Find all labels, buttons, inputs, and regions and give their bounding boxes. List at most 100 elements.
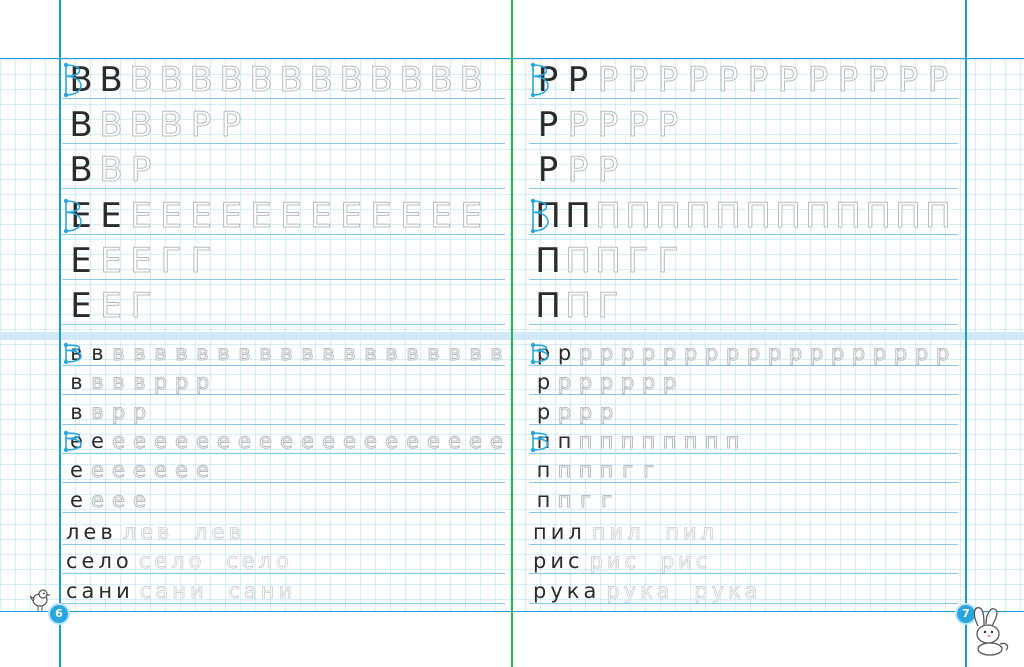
lowercase-trace-letter[interactable]: р [701, 342, 722, 364]
capital-trace-letter[interactable]: Е [336, 199, 366, 234]
capital-trace-letter[interactable]: П [593, 199, 623, 234]
lowercase-trace-letter[interactable]: е [360, 430, 381, 452]
lowercase-trace-letter[interactable]: в [171, 342, 192, 364]
lowercase-trace-letter[interactable]: г [575, 489, 596, 511]
capital-trace-letter[interactable]: В [126, 63, 156, 98]
lowercase-trace-letter[interactable]: г [617, 459, 638, 481]
capital-trace-letter[interactable]: Р [563, 153, 593, 188]
lowercase-trace-letter[interactable]: е [129, 489, 150, 511]
lowercase-trace-letter[interactable]: г [596, 489, 617, 511]
lowercase-trace-letter[interactable]: е [402, 430, 423, 452]
capital-trace-letter[interactable]: Е [246, 199, 276, 234]
capital-trace-letter[interactable]: Г [156, 244, 186, 279]
lowercase-trace-letter[interactable]: е [150, 430, 171, 452]
lowercase-trace-letter[interactable]: п [659, 430, 680, 452]
lowercase-trace-letter[interactable]: е [423, 430, 444, 452]
capital-trace-letter[interactable]: Е [96, 244, 126, 279]
capital-trace-letter[interactable]: В [96, 108, 126, 143]
capital-trace-letter[interactable]: Е [156, 199, 186, 234]
capital-trace-letter[interactable]: П [893, 199, 923, 234]
trace-words[interactable]: село село [138, 550, 293, 572]
lowercase-trace-letter[interactable]: р [722, 342, 743, 364]
lowercase-trace-letter[interactable]: е [255, 430, 276, 452]
capital-trace-letter[interactable]: П [923, 199, 953, 234]
lowercase-trace-letter[interactable]: е [108, 489, 129, 511]
capital-trace-letter[interactable]: В [306, 63, 336, 98]
lowercase-trace-letter[interactable]: р [848, 342, 869, 364]
lowercase-trace-letter[interactable]: п [554, 459, 575, 481]
lowercase-trace-letter[interactable]: р [890, 342, 911, 364]
lowercase-trace-letter[interactable]: в [381, 342, 402, 364]
capital-trace-letter[interactable]: Г [593, 289, 623, 324]
capital-trace-letter[interactable]: Р [893, 63, 923, 98]
capital-trace-letter[interactable]: Р [923, 63, 953, 98]
trace-words[interactable]: лев лев [122, 521, 245, 543]
trace-words[interactable]: рука рука [606, 580, 761, 602]
capital-trace-letter[interactable]: Р [803, 63, 833, 98]
lowercase-trace-letter[interactable]: е [87, 459, 108, 481]
lowercase-trace-letter[interactable]: п [596, 430, 617, 452]
capital-trace-letter[interactable]: Р [653, 108, 683, 143]
capital-trace-letter[interactable]: Г [653, 244, 683, 279]
capital-trace-letter[interactable]: Р [743, 63, 773, 98]
capital-trace-letter[interactable]: В [156, 108, 186, 143]
capital-trace-letter[interactable]: Е [276, 199, 306, 234]
lowercase-trace-letter[interactable]: р [869, 342, 890, 364]
lowercase-trace-letter[interactable]: р [108, 401, 129, 423]
capital-trace-letter[interactable]: П [803, 199, 833, 234]
capital-trace-letter[interactable]: Е [366, 199, 396, 234]
lowercase-trace-letter[interactable]: р [596, 401, 617, 423]
trace-words[interactable]: рис рис [589, 550, 712, 572]
capital-trace-letter[interactable]: В [246, 63, 276, 98]
capital-trace-letter[interactable]: П [833, 199, 863, 234]
lowercase-trace-letter[interactable]: п [638, 430, 659, 452]
lowercase-trace-letter[interactable]: р [827, 342, 848, 364]
lowercase-trace-letter[interactable]: р [806, 342, 827, 364]
capital-trace-letter[interactable]: В [156, 63, 186, 98]
lowercase-trace-letter[interactable]: е [444, 430, 465, 452]
capital-trace-letter[interactable]: П [683, 199, 713, 234]
lowercase-trace-letter[interactable]: р [785, 342, 806, 364]
lowercase-trace-letter[interactable]: р [575, 342, 596, 364]
lowercase-trace-letter[interactable]: в [486, 342, 507, 364]
lowercase-trace-letter[interactable]: р [638, 342, 659, 364]
lowercase-trace-letter[interactable]: в [213, 342, 234, 364]
lowercase-trace-letter[interactable]: р [764, 342, 785, 364]
lowercase-trace-letter[interactable]: в [444, 342, 465, 364]
lowercase-trace-letter[interactable]: р [554, 401, 575, 423]
capital-trace-letter[interactable]: П [773, 199, 803, 234]
capital-trace-letter[interactable]: Р [713, 63, 743, 98]
capital-trace-letter[interactable]: В [186, 63, 216, 98]
lowercase-trace-letter[interactable]: е [465, 430, 486, 452]
lowercase-trace-letter[interactable]: п [575, 459, 596, 481]
capital-trace-letter[interactable]: Е [126, 199, 156, 234]
lowercase-trace-letter[interactable]: г [638, 459, 659, 481]
capital-trace-letter[interactable]: В [456, 63, 486, 98]
lowercase-trace-letter[interactable]: в [465, 342, 486, 364]
capital-trace-letter[interactable]: П [653, 199, 683, 234]
lowercase-trace-letter[interactable]: в [108, 342, 129, 364]
lowercase-trace-letter[interactable]: р [911, 342, 932, 364]
capital-trace-letter[interactable]: Р [653, 63, 683, 98]
capital-trace-letter[interactable]: В [96, 153, 126, 188]
capital-trace-letter[interactable]: П [563, 244, 593, 279]
capital-trace-letter[interactable]: П [623, 199, 653, 234]
lowercase-trace-letter[interactable]: в [297, 342, 318, 364]
lowercase-trace-letter[interactable]: в [129, 371, 150, 393]
lowercase-trace-letter[interactable]: е [339, 430, 360, 452]
lowercase-trace-letter[interactable]: в [87, 371, 108, 393]
capital-trace-letter[interactable]: Р [623, 108, 653, 143]
capital-trace-letter[interactable]: Р [593, 153, 623, 188]
capital-trace-letter[interactable]: П [863, 199, 893, 234]
lowercase-trace-letter[interactable]: е [150, 459, 171, 481]
capital-trace-letter[interactable]: В [126, 108, 156, 143]
lowercase-trace-letter[interactable]: п [617, 430, 638, 452]
lowercase-trace-letter[interactable]: е [192, 430, 213, 452]
lowercase-trace-letter[interactable]: е [486, 430, 507, 452]
capital-trace-letter[interactable]: В [216, 63, 246, 98]
lowercase-trace-letter[interactable]: п [596, 459, 617, 481]
lowercase-trace-letter[interactable]: е [108, 459, 129, 481]
lowercase-trace-letter[interactable]: п [554, 489, 575, 511]
capital-trace-letter[interactable]: В [336, 63, 366, 98]
lowercase-trace-letter[interactable]: в [150, 342, 171, 364]
